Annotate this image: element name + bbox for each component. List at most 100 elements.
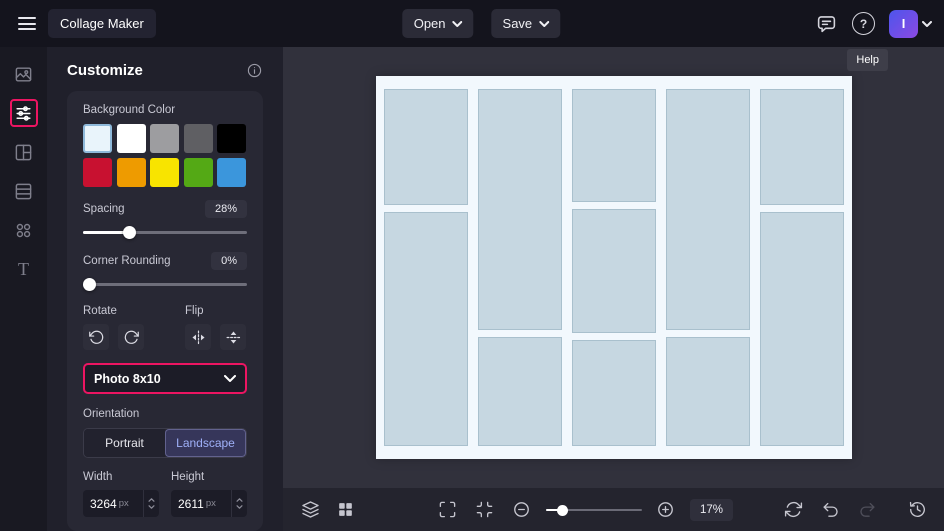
rotate-ccw-button[interactable] — [83, 324, 109, 350]
collage-cell[interactable] — [571, 209, 656, 333]
fit-screen-button[interactable] — [472, 497, 498, 523]
rotate-cw-button[interactable] — [118, 324, 144, 350]
zoom-value: 17% — [689, 498, 733, 521]
height-stepper[interactable] — [231, 490, 247, 517]
color-swatch[interactable] — [217, 124, 246, 153]
panel-header: Customize — [67, 62, 263, 79]
color-swatch[interactable] — [183, 124, 213, 153]
collage-grid-button[interactable] — [332, 497, 358, 523]
spacing-label: Spacing — [83, 203, 125, 215]
dimensions-row: Width 3264 px Height 2611 px — [83, 471, 247, 517]
text-icon: T — [18, 259, 29, 279]
undo-icon — [822, 502, 838, 517]
fit-screen-icon — [477, 501, 493, 518]
color-swatch[interactable] — [183, 158, 213, 187]
file-actions: Open Save — [402, 9, 561, 38]
height-field[interactable]: 2611 px — [171, 490, 247, 517]
flip-vertical-button[interactable] — [220, 324, 246, 350]
history-button[interactable] — [904, 497, 930, 523]
rotate-cw-icon — [124, 330, 139, 344]
collage-preview[interactable] — [375, 76, 852, 459]
zoom-slider[interactable] — [545, 504, 642, 516]
sidebar-item-text[interactable]: T — [10, 255, 38, 283]
corner-rounding-slider[interactable] — [83, 278, 247, 291]
reset-zoom-icon — [784, 501, 802, 518]
background-color-label: Background Color — [83, 104, 176, 116]
swatch-row — [83, 124, 247, 153]
chevron-down-icon — [236, 505, 243, 509]
collage-column — [665, 89, 750, 446]
chevron-down-icon — [148, 505, 155, 509]
open-button[interactable]: Open — [402, 9, 474, 38]
customize-card: Background Color Spacing 28% Corner Roun… — [67, 91, 263, 531]
color-swatch[interactable] — [150, 158, 179, 187]
orientation-portrait-button[interactable]: Portrait — [84, 429, 165, 457]
bottom-toolbar: 17% — [283, 488, 944, 531]
chevron-down-icon — [922, 20, 932, 27]
color-swatch[interactable] — [116, 124, 146, 153]
expand-icon — [440, 501, 456, 518]
redo-button[interactable] — [854, 497, 880, 523]
undo-button[interactable] — [817, 497, 843, 523]
collage-cell[interactable] — [383, 212, 468, 446]
redo-icon — [859, 502, 875, 517]
flip-label: Flip — [185, 305, 204, 317]
rotate-ccw-icon — [88, 330, 103, 344]
width-unit: px — [118, 498, 129, 509]
reset-zoom-button[interactable] — [780, 497, 806, 523]
orientation-label: Orientation — [83, 408, 140, 420]
spacing-value: 28% — [204, 200, 247, 218]
slider-handle[interactable] — [557, 504, 569, 516]
collage-cell[interactable] — [477, 89, 562, 330]
size-preset-dropdown[interactable]: Photo 8x10 — [83, 363, 247, 394]
history-icon — [909, 501, 925, 517]
color-swatch[interactable] — [83, 158, 112, 187]
zoom-in-button[interactable] — [653, 497, 679, 523]
slider-handle[interactable] — [83, 278, 96, 291]
spacing-slider[interactable] — [83, 226, 247, 239]
help-tooltip: Help — [847, 49, 888, 71]
color-swatch[interactable] — [150, 124, 179, 153]
graphics-icon — [16, 223, 31, 237]
color-swatch[interactable] — [217, 158, 246, 187]
sidebar-item-customize[interactable] — [9, 99, 38, 127]
rotate-group: Rotate — [83, 305, 145, 350]
width-stepper[interactable] — [143, 490, 159, 517]
fullscreen-button[interactable] — [435, 497, 461, 523]
customize-panel: Customize Background Color Spacing 28% C… — [47, 47, 283, 531]
info-button[interactable] — [246, 62, 263, 79]
width-field[interactable]: 3264 px — [83, 490, 159, 517]
topbar: Collage Maker Open Save ? I — [0, 0, 944, 47]
collage-cell[interactable] — [383, 89, 468, 206]
slider-handle[interactable] — [122, 226, 136, 239]
collage-cell[interactable] — [571, 339, 656, 446]
flip-horizontal-button[interactable] — [185, 324, 211, 350]
help-button[interactable]: ? — [852, 12, 875, 35]
collage-cell[interactable] — [665, 89, 750, 330]
sidebar-item-patterns[interactable] — [10, 177, 38, 205]
collage-cell[interactable] — [665, 336, 750, 446]
collage-column — [383, 89, 468, 446]
save-button[interactable]: Save — [491, 9, 561, 38]
color-swatch[interactable] — [116, 158, 146, 187]
collage-cell[interactable] — [477, 336, 562, 446]
orientation-landscape-button[interactable]: Landscape — [165, 429, 246, 457]
sidebar-item-image-manager[interactable] — [10, 60, 38, 88]
sidebar-item-graphics[interactable] — [10, 216, 38, 244]
hamburger-icon[interactable] — [18, 17, 36, 30]
collage-column — [477, 89, 562, 446]
color-swatch[interactable] — [83, 124, 112, 153]
size-preset-value: Photo 8x10 — [94, 371, 161, 386]
chevron-down-icon — [452, 20, 463, 27]
zoom-out-button[interactable] — [509, 497, 535, 523]
avatar[interactable]: I — [889, 9, 918, 38]
collage-cell[interactable] — [759, 212, 844, 446]
collage-cell[interactable] — [759, 89, 844, 206]
feedback-button[interactable] — [814, 12, 838, 36]
account-menu[interactable]: I — [889, 9, 932, 38]
slider-track — [83, 283, 247, 286]
sidebar-item-layouts[interactable] — [10, 138, 38, 166]
layers-button[interactable] — [297, 497, 323, 523]
orientation-toggle: Portrait Landscape — [83, 428, 247, 458]
collage-cell[interactable] — [571, 89, 656, 203]
